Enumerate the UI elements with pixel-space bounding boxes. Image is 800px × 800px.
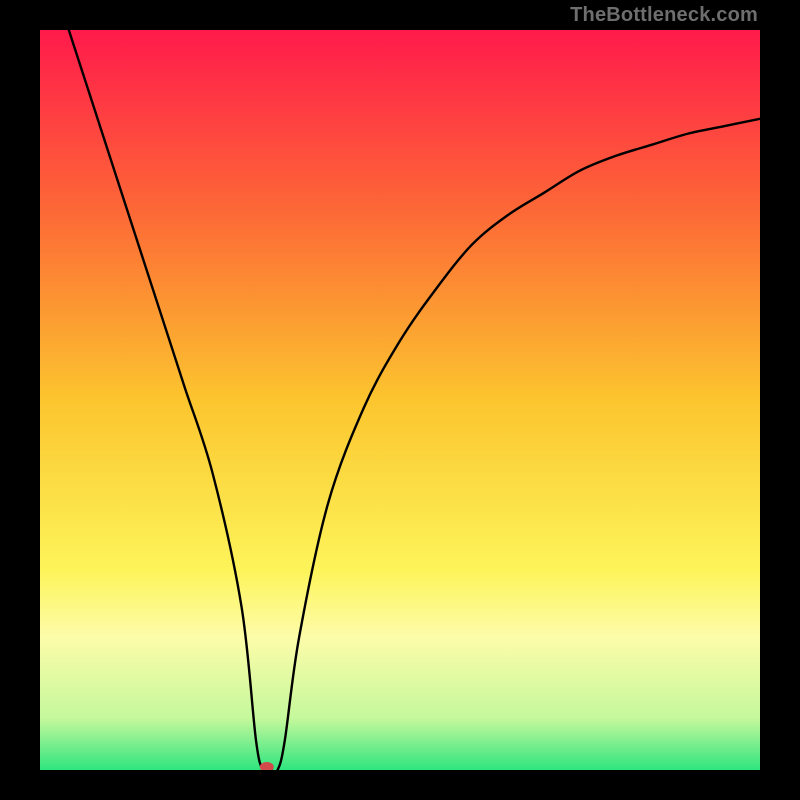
- watermark-text: TheBottleneck.com: [570, 4, 758, 27]
- chart-svg: [40, 30, 760, 770]
- chart-frame: TheBottleneck.com: [0, 0, 800, 800]
- chart-background: [40, 30, 760, 770]
- plot-area: [40, 30, 760, 770]
